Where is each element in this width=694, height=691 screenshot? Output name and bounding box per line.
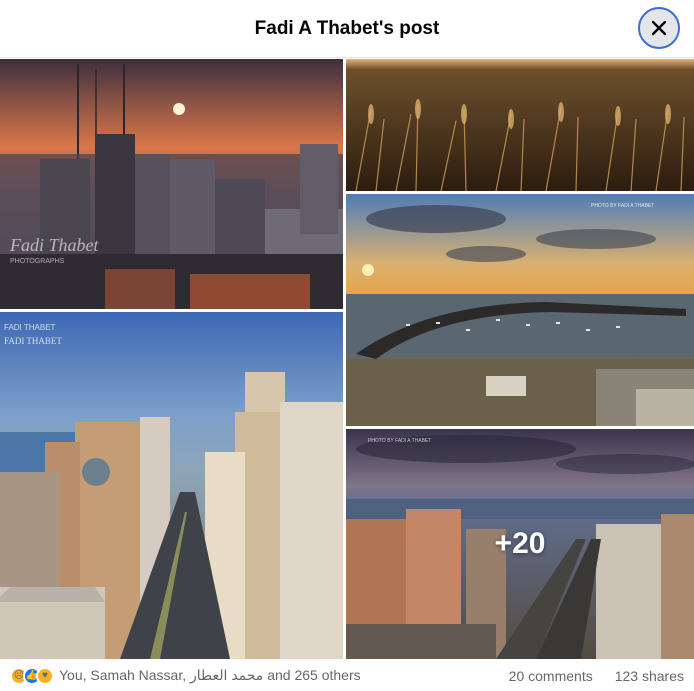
modal-header: Fadi A Thabet's post	[0, 0, 694, 58]
care-reaction-icon: ♥	[36, 666, 54, 685]
sunset-city-image: Fadi Thabet PHOTOGRAPHS	[0, 59, 343, 309]
more-photos-count: +20	[494, 527, 546, 560]
photo-wheat-field[interactable]	[346, 59, 694, 191]
photo-gaza-city-skyline[interactable]: FADI THABET FADI THABET	[0, 312, 343, 659]
post-stats: 20 comments 123 shares	[509, 668, 684, 684]
reaction-summary[interactable]: ☹ 👍 ♥ You, Samah Nassar, محمد العطار and…	[10, 666, 361, 685]
svg-text:FADI THABET: FADI THABET	[4, 323, 56, 332]
post-title: Fadi A Thabet's post	[254, 17, 440, 39]
wheat-field-image	[346, 59, 694, 191]
post-footer: ☹ 👍 ♥ You, Samah Nassar, محمد العطار and…	[0, 660, 694, 691]
comments-count[interactable]: 20 comments	[509, 668, 593, 684]
reaction-names[interactable]: You, Samah Nassar, محمد العطار and 265 o…	[59, 667, 361, 684]
svg-text:PHOTOGRAPHS: PHOTOGRAPHS	[10, 258, 65, 265]
photo-gaza-street[interactable]: PHOTO BY FADI A THABET +20	[346, 429, 694, 659]
close-icon	[651, 20, 667, 36]
photo-grid: Fadi Thabet PHOTOGRAPHS PHOTO BY FADI A …	[0, 59, 694, 659]
svg-text:Fadi Thabet: Fadi Thabet	[9, 235, 99, 255]
city-skyline-image: FADI THABET FADI THABET	[0, 312, 343, 659]
post-viewer-modal: Fadi A Thabet's post Fadi Thabet PHOTOGR…	[0, 0, 694, 691]
svg-text:PHOTO BY FADI A THABET: PHOTO BY FADI A THABET	[591, 203, 654, 209]
close-button[interactable]	[638, 7, 680, 49]
port-sunset-image: PHOTO BY FADI A THABET	[346, 194, 694, 426]
photo-gaza-port-sunset[interactable]: PHOTO BY FADI A THABET	[346, 194, 694, 426]
more-photos-overlay[interactable]: +20	[346, 429, 694, 659]
photo-sunset-city[interactable]: Fadi Thabet PHOTOGRAPHS	[0, 59, 343, 309]
svg-text:FADI THABET: FADI THABET	[4, 336, 62, 346]
shares-count[interactable]: 123 shares	[615, 668, 684, 684]
